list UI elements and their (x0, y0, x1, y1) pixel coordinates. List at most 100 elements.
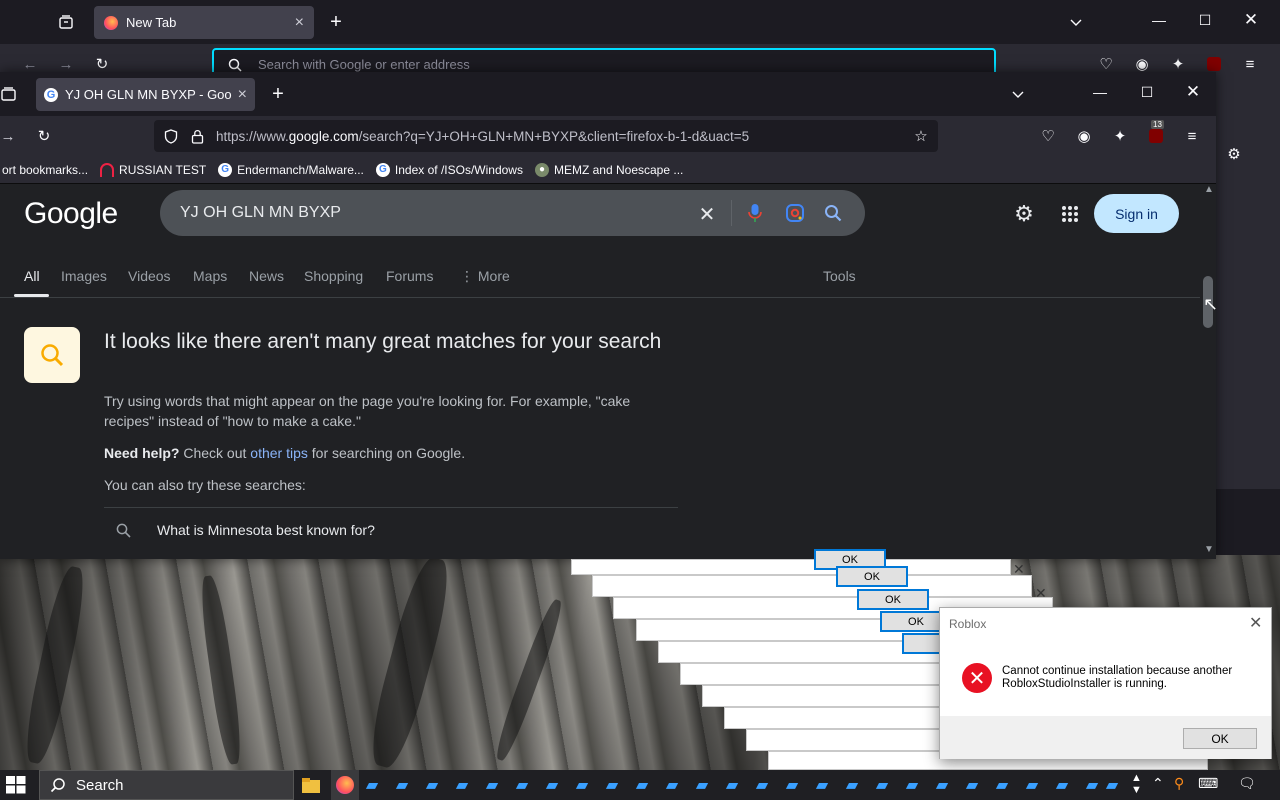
close-icon[interactable]: ✕ (1013, 561, 1025, 578)
search-input[interactable]: YJ OH GLN MN BYXP ✕ (160, 190, 865, 236)
tab-overview-icon[interactable] (56, 12, 76, 32)
account-icon[interactable]: ◉ (1074, 126, 1094, 146)
close-icon[interactable]: ✕ (1249, 613, 1262, 633)
shield-icon[interactable] (162, 127, 180, 145)
tab-new-tab[interactable]: New Tab × (94, 6, 314, 39)
installer-icon[interactable]: ▰ (421, 774, 443, 796)
tab-overview-icon[interactable] (0, 84, 18, 104)
new-tab-icon[interactable]: + (326, 11, 346, 33)
close-window-icon[interactable]: ✕ (1173, 82, 1213, 102)
maximize-icon[interactable]: ☐ (1185, 12, 1225, 29)
url-bar[interactable]: https://www. google.com/search?q=YJ+OH+GL… (154, 120, 938, 152)
stacked-ok-button[interactable]: OK (857, 589, 929, 610)
suggested-search[interactable]: What is Minnesota best known for? (104, 522, 375, 538)
page-scrollbar[interactable]: ▲ ▼ ↖ (1200, 184, 1218, 559)
installer-icon[interactable]: ▰ (661, 774, 683, 796)
installer-icon[interactable]: ▰ (841, 774, 863, 796)
close-icon[interactable]: ✕ (1035, 585, 1047, 602)
installer-icon[interactable]: ▰ (691, 774, 713, 796)
tab-forums[interactable]: Forums (386, 268, 433, 284)
bookmark-isos[interactable]: G Index of /ISOs/Windows (375, 162, 523, 177)
bookmark-import[interactable]: ort bookmarks... (2, 163, 88, 177)
scroll-down-icon[interactable]: ▼ (1204, 544, 1214, 555)
tab-google-search[interactable]: G YJ OH GLN MN BYXP - Google × (36, 78, 255, 111)
gear-icon[interactable]: ⚙ (1224, 144, 1244, 164)
tab-all[interactable]: All (24, 268, 40, 284)
tools-button[interactable]: Tools (823, 268, 856, 284)
forward-arrow-icon[interactable]: → (56, 54, 76, 74)
ublock-icon[interactable]: 13 (1146, 120, 1166, 146)
firefox-taskbar-icon[interactable] (331, 770, 359, 800)
installer-icon[interactable]: ▰ (601, 774, 623, 796)
menu-icon[interactable]: ≡ (1240, 54, 1260, 74)
ublock-icon[interactable] (1204, 54, 1224, 74)
apps-grid-icon[interactable] (1058, 202, 1082, 226)
tab-maps[interactable]: Maps (193, 268, 227, 284)
reload-icon[interactable]: ↻ (92, 54, 112, 74)
installer-icon[interactable]: ▰ (721, 774, 743, 796)
tab-shopping[interactable]: Shopping (304, 268, 363, 284)
tab-videos[interactable]: Videos (128, 268, 171, 284)
minimize-icon[interactable]: — (1139, 12, 1179, 28)
clear-icon[interactable]: ✕ (696, 203, 718, 226)
maximize-icon[interactable]: ☐ (1127, 84, 1167, 101)
chevron-down-icon[interactable] (1008, 84, 1028, 104)
installer-icon[interactable]: ▰ (631, 774, 653, 796)
magnifier-tray-icon[interactable]: ⚲ (1174, 775, 1184, 792)
bookmark-star-icon[interactable]: ☆ (912, 127, 930, 145)
bookmark-memz[interactable]: ● MEMZ and Noescape ... (534, 162, 683, 177)
installer-icon[interactable]: ▰ (1081, 774, 1103, 796)
menu-icon[interactable]: ≡ (1182, 126, 1202, 146)
windows-start-icon[interactable] (6, 776, 26, 794)
installer-icon[interactable]: ▰ (991, 774, 1013, 796)
pocket-icon[interactable]: ♡ (1096, 54, 1116, 74)
installer-icon[interactable]: ▰ (451, 774, 473, 796)
bookmark-russian-test[interactable]: RUSSIAN TEST (100, 162, 206, 177)
taskbar-search[interactable]: Search (39, 770, 294, 800)
installer-icon[interactable]: ▰ (961, 774, 983, 796)
google-logo[interactable]: Google (24, 197, 118, 231)
stacked-ok-button[interactable]: OK (836, 566, 908, 587)
chevron-down-icon[interactable] (1066, 12, 1086, 32)
lens-icon[interactable] (784, 202, 806, 224)
tab-news[interactable]: News (249, 268, 284, 284)
keyboard-icon[interactable]: ⌨ (1198, 775, 1218, 792)
sign-in-button[interactable]: Sign in (1094, 194, 1179, 233)
extensions-icon[interactable]: ✦ (1168, 54, 1188, 74)
search-icon[interactable] (822, 202, 844, 224)
tab-more[interactable]: ⋮ More (460, 268, 510, 285)
reload-icon[interactable]: ↻ (34, 126, 54, 146)
stacked-ok-button[interactable] (902, 633, 942, 654)
chevron-up-icon[interactable]: ⌃ (1152, 775, 1164, 792)
microphone-icon[interactable] (744, 202, 766, 224)
installer-icon[interactable]: ▰ (391, 774, 413, 796)
installer-icon[interactable]: ▰ (541, 774, 563, 796)
installer-icon[interactable]: ▰ (1021, 774, 1043, 796)
back-arrow-icon[interactable]: ← (20, 54, 40, 74)
installer-icon[interactable]: ▰ (571, 774, 593, 796)
tab-images[interactable]: Images (61, 268, 107, 284)
installer-icon[interactable]: ▰ (811, 774, 833, 796)
ok-button[interactable]: OK (1183, 728, 1257, 749)
scroll-up-icon[interactable]: ▲ (1204, 184, 1214, 195)
installer-icon[interactable]: ▰ (931, 774, 953, 796)
close-tab-icon[interactable]: × (295, 14, 304, 32)
extensions-icon[interactable]: ✦ (1110, 126, 1130, 146)
minimize-icon[interactable]: — (1080, 84, 1120, 100)
forward-arrow-icon[interactable]: → (0, 126, 16, 146)
close-window-icon[interactable]: ✕ (1231, 10, 1271, 30)
installer-icon[interactable]: ▰ (511, 774, 533, 796)
account-icon[interactable]: ◉ (1132, 54, 1152, 74)
installer-icon[interactable]: ▰ (361, 774, 383, 796)
notifications-icon[interactable]: 🗨 (1238, 775, 1256, 792)
other-tips-link[interactable]: other tips (250, 445, 308, 461)
gear-icon[interactable]: ⚙ (1012, 201, 1036, 226)
file-explorer-icon[interactable] (300, 774, 322, 796)
close-tab-icon[interactable]: × (238, 86, 247, 104)
taskbar-scroll-icon[interactable]: ▲ ▼ (1131, 772, 1142, 796)
installer-icon[interactable]: ▰ (901, 774, 923, 796)
installer-icon[interactable]: ▰ (781, 774, 803, 796)
pocket-icon[interactable]: ♡ (1038, 126, 1058, 146)
installer-icon[interactable]: ▰ (481, 774, 503, 796)
installer-icon[interactable]: ▰ (1101, 774, 1123, 796)
